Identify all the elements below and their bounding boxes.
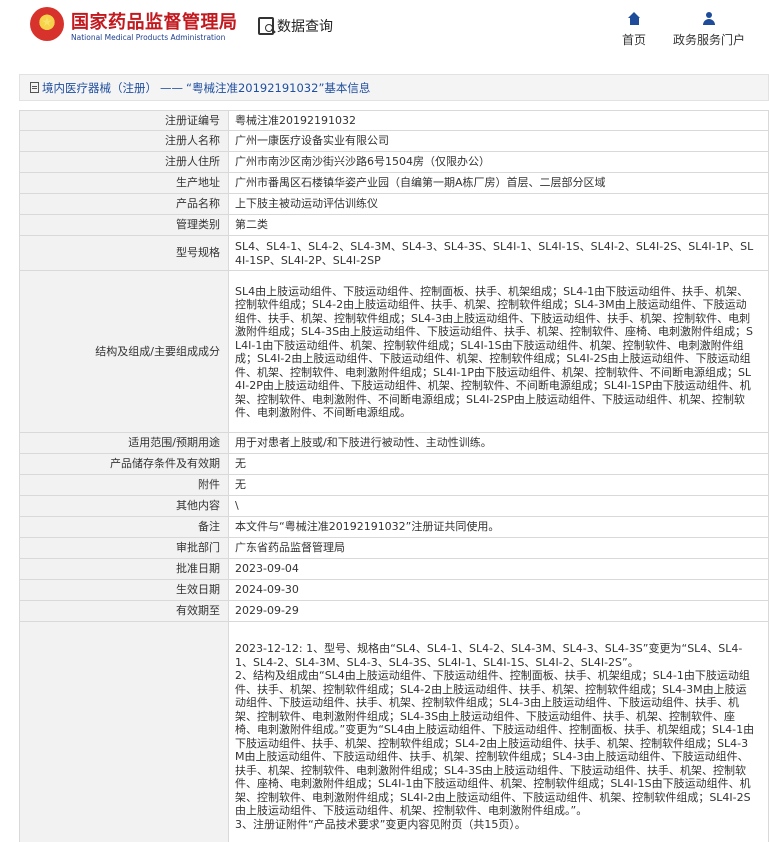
table-row: 适用范围/预期用途 用于对患者上肢或/和下肢进行被动性、主动性训练。 xyxy=(19,432,769,454)
row-value: SL4由上肢运动组件、下肢运动组件、控制面板、扶手、机架组成；SL4-1由下肢运… xyxy=(228,270,769,433)
table-row: 备注 本文件与“粤械注准20192191032”注册证共同使用。 xyxy=(19,516,769,538)
table-row: 产品名称 上下肢主被动运动评估训练仪 xyxy=(19,193,769,215)
row-value: 2029-09-29 xyxy=(228,600,769,622)
row-label: 管理类别 xyxy=(19,214,229,236)
nav-home[interactable]: 首页 xyxy=(616,12,652,48)
row-label: 产品储存条件及有效期 xyxy=(19,453,229,475)
row-label: 型号规格 xyxy=(19,235,229,271)
row-value: 上下肢主被动运动评估训练仪 xyxy=(228,193,769,215)
change-line: 2、结构及组成由“SL4由上肢运动组件、下肢运动组件、控制面板、扶手、机架组成；… xyxy=(235,669,755,817)
data-query-label: 数据查询 xyxy=(277,19,333,35)
home-icon xyxy=(627,12,641,25)
row-value: SL4、SL4-1、SL4-2、SL4-3M、SL4-3、SL4-3S、SL4I… xyxy=(228,235,769,271)
row-value: 广州市南沙区南沙街兴沙路6号1504房（仅限办公） xyxy=(228,151,769,173)
table-row: 产品储存条件及有效期 无 xyxy=(19,453,769,475)
row-value: 2023-09-04 xyxy=(228,558,769,580)
table-row: 生产地址 广州市番禺区石楼镇华姿产业园（自编第一期A栋厂房）首层、二层部分区域 xyxy=(19,172,769,194)
table-row-change-history: 2023-12-12: 1、型号、规格由“SL4、SL4-1、SL4-2、SL4… xyxy=(19,621,769,842)
table-row: 有效期至 2029-09-29 xyxy=(19,600,769,622)
registration-info-table: 注册证编号 粤械注准20192191032 注册人名称 广州一康医疗设备实业有限… xyxy=(19,110,769,842)
table-row: 生效日期 2024-09-30 xyxy=(19,579,769,601)
table-row: 批准日期 2023-09-04 xyxy=(19,558,769,580)
row-label: 生效日期 xyxy=(19,579,229,601)
row-label: 附件 xyxy=(19,474,229,496)
site-header: 国家药品监督管理局 National Medical Products Admi… xyxy=(0,0,769,58)
data-query-nav[interactable]: 数据查询 xyxy=(258,16,333,36)
row-value: 第二类 xyxy=(228,214,769,236)
table-row: 结构及组成/主要组成成分 SL4由上肢运动组件、下肢运动组件、控制面板、扶手、机… xyxy=(19,270,769,433)
breadcrumb: 境内医疗器械（注册） —— “粤械注准20192191032”基本信息 xyxy=(19,74,769,101)
nav-services-label: 政务服务门户 xyxy=(672,33,745,47)
table-row: 注册证编号 粤械注准20192191032 xyxy=(19,110,769,131)
site-name-cn[interactable]: 国家药品监督管理局 xyxy=(71,8,238,34)
row-label: 有效期至 xyxy=(19,600,229,622)
row-value: \ xyxy=(228,495,769,517)
row-label: 产品名称 xyxy=(19,193,229,215)
user-icon xyxy=(703,12,716,25)
breadcrumb-detail-title: “粤械注准20192191032”基本信息 xyxy=(186,80,371,95)
table-row: 型号规格 SL4、SL4-1、SL4-2、SL4-3M、SL4-3、SL4-3S… xyxy=(19,235,769,271)
row-label xyxy=(19,621,229,842)
change-history-value: 2023-12-12: 1、型号、规格由“SL4、SL4-1、SL4-2、SL4… xyxy=(228,621,769,842)
table-row: 审批部门 广东省药品监督管理局 xyxy=(19,537,769,559)
table-row: 其他内容 \ xyxy=(19,495,769,517)
row-value: 广东省药品监督管理局 xyxy=(228,537,769,559)
breadcrumb-category-link[interactable]: 境内医疗器械（注册） xyxy=(42,80,157,96)
row-label: 结构及组成/主要组成成分 xyxy=(19,270,229,433)
row-value: 无 xyxy=(228,474,769,496)
row-label: 注册人住所 xyxy=(19,151,229,173)
change-line: 2023-12-12: 1、型号、规格由“SL4、SL4-1、SL4-2、SL4… xyxy=(235,642,743,669)
table-row: 注册人名称 广州一康医疗设备实业有限公司 xyxy=(19,130,769,152)
row-value: 无 xyxy=(228,453,769,475)
row-label: 批准日期 xyxy=(19,558,229,580)
row-label: 审批部门 xyxy=(19,537,229,559)
row-label: 生产地址 xyxy=(19,172,229,194)
row-value: 广州一康医疗设备实业有限公司 xyxy=(228,130,769,152)
row-value: 粤械注准20192191032 xyxy=(228,110,769,131)
nav-home-label: 首页 xyxy=(621,33,646,47)
change-line: 3、注册证附件“产品技术要求”变更内容见附页（共15页）。 xyxy=(235,817,526,831)
row-value: 广州市番禺区石楼镇华姿产业园（自编第一期A栋厂房）首层、二层部分区域 xyxy=(228,172,769,194)
row-label: 注册证编号 xyxy=(19,110,229,131)
row-label: 其他内容 xyxy=(19,495,229,517)
row-label: 备注 xyxy=(19,516,229,538)
doc-icon xyxy=(30,82,39,93)
table-row: 管理类别 第二类 xyxy=(19,214,769,236)
breadcrumb-separator: —— xyxy=(160,80,183,95)
row-label: 注册人名称 xyxy=(19,130,229,152)
search-doc-icon xyxy=(258,17,274,35)
row-value: 本文件与“粤械注准20192191032”注册证共同使用。 xyxy=(228,516,769,538)
table-row: 附件 无 xyxy=(19,474,769,496)
nav-services[interactable]: 政务服务门户 xyxy=(670,12,748,48)
site-name-en: National Medical Products Administration xyxy=(71,33,226,42)
row-label: 适用范围/预期用途 xyxy=(19,432,229,454)
row-value: 用于对患者上肢或/和下肢进行被动性、主动性训练。 xyxy=(228,432,769,454)
table-row: 注册人住所 广州市南沙区南沙街兴沙路6号1504房（仅限办公） xyxy=(19,151,769,173)
emblem-logo[interactable] xyxy=(30,7,64,41)
row-value: 2024-09-30 xyxy=(228,579,769,601)
